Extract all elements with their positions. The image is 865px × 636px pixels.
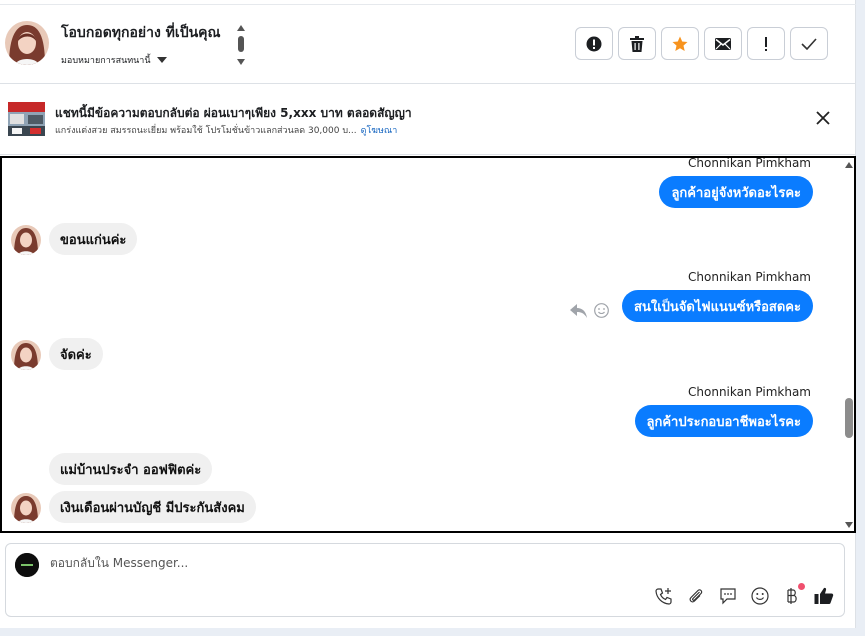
- call-add-icon[interactable]: [654, 586, 674, 606]
- incoming-message[interactable]: แม่บ้านประจำ ออฟฟิตค่ะ: [49, 453, 213, 485]
- incoming-message[interactable]: เงินเดือนผ่านบัญชี มีประกันสังคม: [49, 491, 256, 523]
- alert-circle-icon: [586, 36, 602, 51]
- paperclip-icon[interactable]: [686, 586, 706, 606]
- contact-avatar-small: [11, 340, 41, 370]
- chevron-down-icon: [156, 57, 167, 63]
- contact-avatar-small: [11, 493, 41, 523]
- ad-description: แกร่งแต่งสวย สมรรถนะเยี่ยม พร้อมใช้ โปรโ…: [55, 126, 357, 136]
- incoming-message[interactable]: จัดค่ะ: [49, 338, 103, 370]
- conversation-panel: โอบกอดทุกอย่าง ที่เป็นคุณ มอบหมายการสนทน…: [0, 0, 856, 628]
- emoji-reaction-icon[interactable]: [594, 303, 609, 318]
- check-icon: [801, 37, 817, 50]
- trash-icon: [630, 35, 644, 52]
- assign-label: มอบหมายการสนทนานี้: [61, 56, 151, 66]
- ad-thumbnail[interactable]: [8, 102, 45, 136]
- follow-up-button[interactable]: [747, 27, 785, 60]
- reply-input[interactable]: [50, 556, 750, 570]
- message-sender: Chonnikan Pimkham: [688, 385, 811, 399]
- composer-toolbar: [654, 583, 834, 606]
- star-button[interactable]: [661, 27, 699, 60]
- baht-icon[interactable]: [782, 583, 805, 606]
- contact-avatar-small: [11, 225, 41, 255]
- contact-avatar[interactable]: [5, 21, 49, 65]
- notification-dot: [798, 583, 805, 590]
- ad-subtitle: แกร่งแต่งสวย สมรรถนะเยี่ยม พร้อมใช้ โปรโ…: [55, 123, 397, 137]
- mark-done-button[interactable]: [790, 27, 828, 60]
- message-sender: Chonnikan Pimkham: [688, 270, 811, 284]
- outgoing-message[interactable]: สนใเป็นจัดไฟแนนซ์หรือสดคะ: [622, 290, 813, 322]
- ad-title: แชทนี้มีข้อความตอบกลับต่อ ผ่อนเบาๆเพียง …: [55, 106, 412, 120]
- contact-name: โอบกอดทุกอย่าง ที่เป็นคุณ: [61, 25, 221, 41]
- outgoing-message[interactable]: ลูกค้าอยู่จังหวัดอะไรคะ: [659, 176, 813, 208]
- assign-conversation-dropdown[interactable]: มอบหมายการสนทนานี้: [61, 53, 167, 67]
- view-ad-link[interactable]: ดูโฆษณา: [361, 126, 398, 136]
- close-icon[interactable]: [814, 109, 832, 127]
- conversation-header: โอบกอดทุกอย่าง ที่เป็นคุณ มอบหมายการสนทน…: [0, 0, 856, 84]
- header-scroll-control[interactable]: [236, 22, 246, 68]
- thread-scrollbar[interactable]: [844, 158, 854, 531]
- header-divider: [0, 0, 856, 5]
- thumbs-up-icon[interactable]: [814, 586, 834, 606]
- message-thread[interactable]: Chonnikan Pimkham ลูกค้าอยู่จังหวัดอะไรค…: [0, 156, 856, 533]
- ad-context-banner: แชทนี้มีข้อความตอบกลับต่อ ผ่อนเบาๆเพียง …: [0, 85, 856, 155]
- reply-composer: [5, 543, 845, 617]
- emoji-icon[interactable]: [750, 586, 770, 606]
- reply-icon[interactable]: [570, 304, 587, 318]
- spam-button[interactable]: [575, 27, 613, 60]
- incoming-message[interactable]: ขอนแก่นค่ะ: [49, 223, 138, 255]
- delete-button[interactable]: [618, 27, 656, 60]
- star-icon: [672, 36, 688, 51]
- mark-unread-button[interactable]: [704, 27, 742, 60]
- envelope-icon: [715, 37, 731, 50]
- page-avatar: [15, 553, 39, 577]
- exclamation-icon: [765, 36, 767, 51]
- outgoing-message[interactable]: ลูกค้าประกอบอาชีพอะไรคะ: [634, 405, 813, 437]
- saved-reply-icon[interactable]: [718, 586, 738, 606]
- message-sender: Chonnikan Pimkham: [688, 156, 811, 170]
- conversation-toolbar: [575, 27, 828, 60]
